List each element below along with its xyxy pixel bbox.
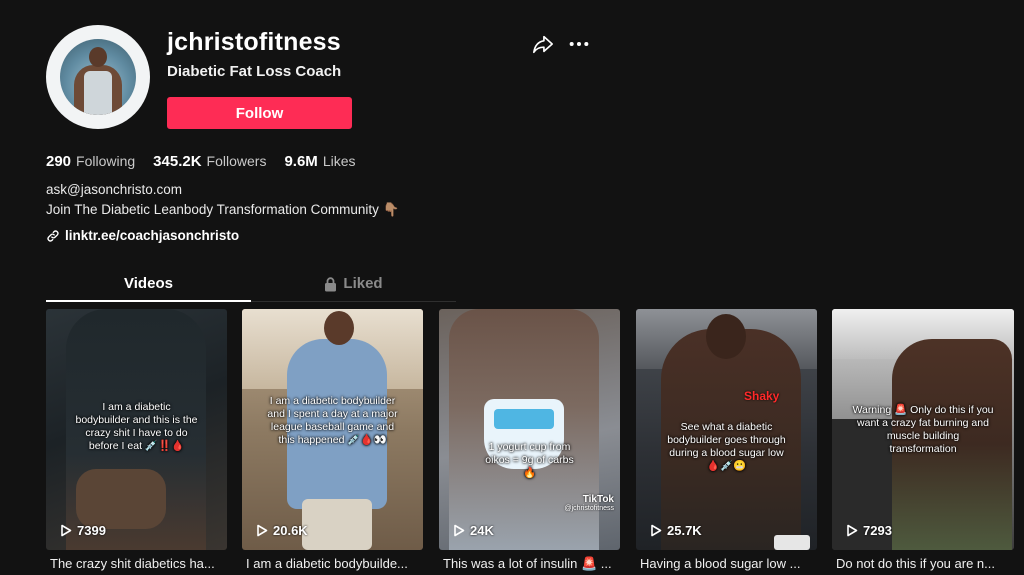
view-count: 25.7K	[650, 523, 702, 538]
avatar[interactable]	[46, 25, 150, 129]
following-label: Following	[76, 153, 136, 169]
tiktok-logo-text: TikTok	[582, 494, 614, 505]
username: jchristofitness	[167, 28, 341, 56]
tab-liked-label: Liked	[343, 275, 383, 292]
bio-email: ask@jasonchristo.com	[46, 182, 183, 197]
video-overlay-text: Warning 🚨 Only do this if you want a cra…	[852, 404, 994, 455]
video-overlay-text: I am a diabetic bodybuilder and I spent …	[267, 395, 398, 446]
bio-link-text: linktr.ee/coachjasonchristo	[65, 228, 240, 243]
video-caption[interactable]: This was a lot of insulin 🚨 ...	[443, 556, 624, 572]
follow-button[interactable]: Follow	[167, 97, 352, 129]
view-count: 20.6K	[256, 523, 308, 538]
tab-videos[interactable]: Videos	[46, 270, 251, 302]
lock-icon	[325, 277, 337, 292]
profile-subtitle: Diabetic Fat Loss Coach	[167, 63, 342, 80]
video-card[interactable]: Shaky See what a diabetic bodybuilder go…	[636, 309, 817, 550]
view-count: 24K	[453, 523, 494, 538]
video-card[interactable]: I am a diabetic bodybuilder and I spent …	[242, 309, 423, 550]
view-count-value: 7293	[863, 523, 892, 538]
pointing-down-emoji: 👇🏽	[382, 202, 400, 217]
profile-tabs: Videos Liked	[46, 270, 456, 302]
tab-videos-label: Videos	[124, 275, 173, 292]
video-overlay-text: I am a diabetic bodybuilder and this is …	[75, 401, 198, 452]
view-count: 7399	[60, 523, 106, 538]
view-count-value: 25.7K	[667, 523, 702, 538]
bio-line: Join The Diabetic Leanbody Transformatio…	[46, 202, 379, 217]
play-icon	[454, 524, 465, 537]
play-icon	[61, 524, 72, 537]
video-card[interactable]: 1 yogurt cup from oikos = 9g of carbs🔥 T…	[439, 309, 620, 550]
avatar-photo	[60, 39, 136, 115]
view-count-value: 7399	[77, 523, 106, 538]
share-icon[interactable]	[532, 33, 554, 55]
bio-text: Join The Diabetic Leanbody Transformatio…	[46, 202, 400, 218]
bio-link[interactable]: linktr.ee/coachjasonchristo	[46, 228, 239, 243]
play-icon	[847, 524, 858, 537]
watermark-handle: @jchristofitness	[564, 505, 614, 512]
tab-liked[interactable]: Liked	[251, 270, 456, 301]
video-caption[interactable]: Do not do this if you are n...	[836, 556, 1016, 571]
video-overlay-text: See what a diabetic bodybuilder goes thr…	[667, 421, 786, 472]
play-icon	[651, 524, 662, 537]
view-count-value: 20.6K	[273, 523, 308, 538]
followers-stat[interactable]: 345.2K Followers	[153, 153, 266, 170]
video-caption[interactable]: The crazy shit diabetics ha...	[50, 556, 231, 571]
likes-count: 9.6M	[284, 153, 318, 170]
following-stat[interactable]: 290 Following	[46, 153, 135, 170]
likes-stat: 9.6M Likes	[284, 153, 355, 170]
following-count: 290	[46, 153, 72, 170]
view-count-value: 24K	[470, 523, 494, 538]
profile-stats: 290 Following 345.2K Followers 9.6M Likes	[46, 153, 356, 170]
play-icon	[257, 524, 268, 537]
tiktok-watermark: TikTok @jchristofitness	[564, 494, 614, 512]
link-icon	[47, 229, 59, 242]
shaky-label: Shaky	[744, 389, 780, 403]
video-card[interactable]: I am a diabetic bodybuilder and this is …	[46, 309, 227, 550]
more-icon[interactable]	[568, 33, 590, 55]
followers-label: Followers	[206, 153, 267, 169]
video-caption[interactable]: Having a blood sugar low ...	[640, 556, 821, 571]
likes-label: Likes	[322, 153, 356, 169]
followers-count: 345.2K	[153, 153, 202, 170]
view-count: 7293	[846, 523, 892, 538]
video-caption[interactable]: I am a diabetic bodybuilde...	[246, 556, 427, 571]
video-overlay-text: 1 yogurt cup from oikos = 9g of carbs🔥	[485, 441, 574, 479]
video-card[interactable]: Warning 🚨 Only do this if you want a cra…	[832, 309, 1014, 550]
